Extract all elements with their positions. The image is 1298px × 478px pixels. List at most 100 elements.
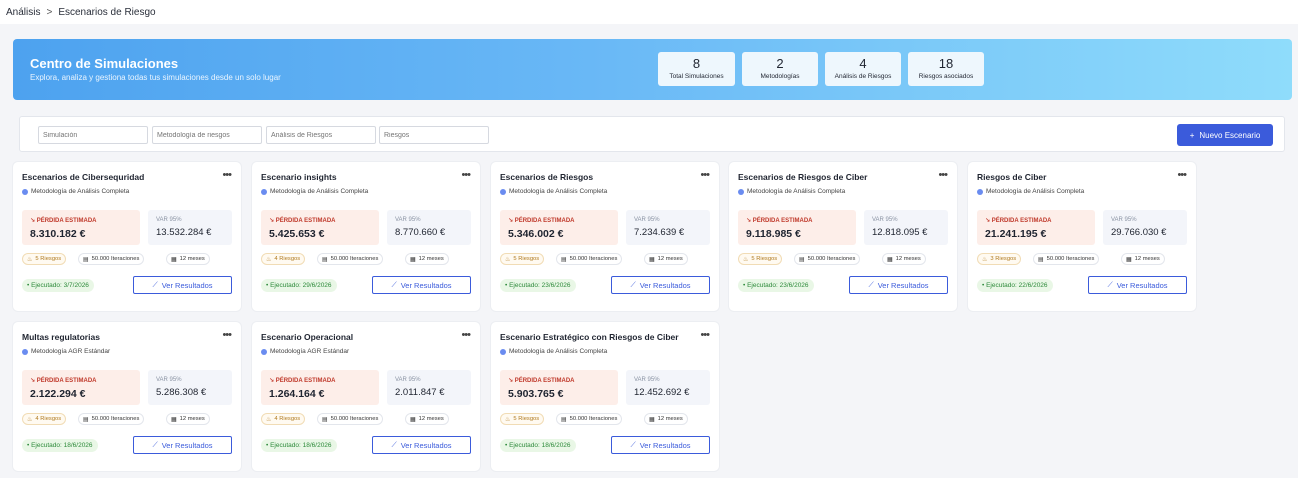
trending-down-icon: ↘ bbox=[269, 378, 275, 384]
iterations-count: 50.000 Iteraciones bbox=[569, 256, 618, 262]
methodology-label: Metodología AGR Estándar bbox=[270, 348, 350, 355]
executed-date: Ejecutado: 18/6/2026 bbox=[31, 442, 93, 449]
iterations-chip: ▤ 50.000 Iteraciones bbox=[78, 413, 145, 425]
risks-count: 4 Riesgos bbox=[35, 416, 62, 422]
more-horizontal-icon[interactable]: ••• bbox=[700, 329, 710, 341]
months-chip: ▦ 12 meses bbox=[405, 253, 449, 265]
analysis-filter-input[interactable] bbox=[266, 126, 376, 144]
card-title: Escenario insights bbox=[261, 172, 337, 182]
view-results-button[interactable]: ⟋ Ver Resultados bbox=[372, 436, 471, 454]
risks-chip: ♨ 4 Riesgos bbox=[22, 413, 67, 425]
months-chip: ▦ 12 meses bbox=[644, 413, 688, 425]
estimated-loss-value: 2.122.294 € bbox=[30, 388, 86, 400]
executed-badge: • Ejecutado: 29/6/2026 bbox=[261, 279, 337, 292]
more-horizontal-icon[interactable]: ••• bbox=[461, 169, 471, 181]
shield-icon bbox=[22, 188, 28, 195]
scenario-card[interactable]: Multas regulatorias ••• Metodología AGR … bbox=[13, 322, 241, 471]
more-horizontal-icon[interactable]: ••• bbox=[1177, 169, 1187, 181]
var-value: 29.766.030 € bbox=[1111, 227, 1167, 238]
estimated-loss-value: 1.264.164 € bbox=[269, 388, 325, 400]
view-results-button[interactable]: ⟋ Ver Resultados bbox=[611, 276, 710, 294]
calendar-icon: ▦ bbox=[171, 416, 177, 423]
iterations-count: 50.000 Iteraciones bbox=[569, 416, 618, 422]
scenario-card[interactable]: Escenario insights ••• Metodología de An… bbox=[252, 162, 480, 311]
var-label: VAR 95% bbox=[634, 217, 660, 223]
trending-down-icon: ↘ bbox=[985, 218, 991, 224]
shield-icon bbox=[977, 188, 983, 195]
view-results-button[interactable]: ⟋ Ver Resultados bbox=[133, 436, 232, 454]
more-horizontal-icon[interactable]: ••• bbox=[222, 169, 232, 181]
more-horizontal-icon[interactable]: ••• bbox=[938, 169, 948, 181]
card-methodology: Metodología de Análisis Completa bbox=[738, 188, 845, 195]
card-title: Riesgos de Ciber bbox=[977, 172, 1047, 182]
card-title: Escenario Estratégico con Riesgos de Cib… bbox=[500, 332, 679, 342]
risks-count: 5 Riesgos bbox=[751, 256, 778, 262]
new-scenario-button[interactable]: + Nuevo Escenario bbox=[1177, 124, 1273, 146]
months-count: 12 meses bbox=[1134, 256, 1160, 262]
view-results-button[interactable]: ⟋ Ver Resultados bbox=[1088, 276, 1187, 294]
view-results-button[interactable]: ⟋ Ver Resultados bbox=[849, 276, 948, 294]
database-icon: ▤ bbox=[322, 256, 328, 263]
executed-badge: • Ejecutado: 18/6/2026 bbox=[22, 439, 98, 452]
methodology-filter-input[interactable] bbox=[152, 126, 262, 144]
risks-count: 5 Riesgos bbox=[513, 256, 540, 262]
methodology-label: Metodología AGR Estándar bbox=[31, 348, 111, 355]
var-box: VAR 95% 7.234.639 € bbox=[626, 210, 710, 245]
estimated-loss-label: ↘ PÉRDIDA ESTIMADA bbox=[985, 217, 1051, 224]
card-methodology: Metodología de Análisis Completa bbox=[500, 188, 607, 195]
stat-label: Metodologías bbox=[760, 73, 800, 80]
months-count: 12 meses bbox=[657, 256, 683, 262]
estimated-loss-box: ↘ PÉRDIDA ESTIMADA 2.122.294 € bbox=[22, 370, 140, 405]
breadcrumb: Análisis > Escenarios de Riesgo bbox=[0, 0, 1298, 24]
more-horizontal-icon[interactable]: ••• bbox=[700, 169, 710, 181]
more-horizontal-icon[interactable]: ••• bbox=[222, 329, 232, 341]
shield-icon bbox=[261, 348, 267, 355]
methodology-label: Metodología de Análisis Completa bbox=[31, 188, 130, 195]
view-results-label: Ver Resultados bbox=[639, 280, 691, 290]
view-results-button[interactable]: ⟋ Ver Resultados bbox=[611, 436, 710, 454]
hero-banner: Centro de Simulaciones Explora, analiza … bbox=[13, 39, 1292, 100]
simulation-filter-input[interactable] bbox=[38, 126, 148, 144]
executed-badge: • Ejecutado: 22/6/2026 bbox=[977, 279, 1053, 292]
database-icon: ▤ bbox=[561, 416, 567, 423]
stat-methodologies: 2 Metodologías bbox=[742, 52, 818, 86]
loss-label-text: PÉRDIDA ESTIMADA bbox=[36, 378, 97, 384]
iterations-count: 50.000 Iteraciones bbox=[330, 416, 379, 422]
breadcrumb-parent[interactable]: Análisis bbox=[6, 7, 40, 18]
risks-count: 3 Riesgos bbox=[990, 256, 1017, 262]
view-results-button[interactable]: ⟋ Ver Resultados bbox=[372, 276, 471, 294]
stat-value: 8 bbox=[692, 56, 701, 71]
card-title: Multas regulatorias bbox=[22, 332, 100, 342]
loss-label-text: PÉRDIDA ESTIMADA bbox=[514, 378, 575, 384]
shield-icon bbox=[261, 188, 267, 195]
loss-label-text: PÉRDIDA ESTIMADA bbox=[514, 218, 575, 224]
calendar-icon: ▦ bbox=[410, 256, 416, 263]
scenario-card[interactable]: Escenarios de Cibersequridad ••• Metodol… bbox=[13, 162, 241, 311]
estimated-loss-box: ↘ PÉRDIDA ESTIMADA 5.903.765 € bbox=[500, 370, 618, 405]
months-chip: ▦ 12 meses bbox=[644, 253, 688, 265]
new-scenario-label: Nuevo Escenario bbox=[1199, 130, 1261, 140]
view-results-button[interactable]: ⟋ Ver Resultados bbox=[133, 276, 232, 294]
scenario-card[interactable]: Escenarios de Riesgos ••• Metodología de… bbox=[491, 162, 719, 311]
iterations-count: 50.000 Iteraciones bbox=[1046, 256, 1095, 262]
risks-filter-input[interactable] bbox=[379, 126, 489, 144]
months-chip: ▦ 12 meses bbox=[166, 253, 210, 265]
executed-badge: • Ejecutado: 3/7/2026 bbox=[22, 279, 94, 292]
flame-icon: ♨ bbox=[505, 416, 511, 423]
var-label: VAR 95% bbox=[872, 217, 898, 223]
scenario-card[interactable]: Escenarios de Riesgos de Ciber ••• Metod… bbox=[729, 162, 957, 311]
stat-associated-risks: 18 Riesgos asociados bbox=[908, 52, 984, 86]
iterations-chip: ▤ 50.000 Iteraciones bbox=[78, 253, 145, 265]
flame-icon: ♨ bbox=[982, 256, 988, 263]
iterations-count: 50.000 Iteraciones bbox=[91, 256, 140, 262]
database-icon: ▤ bbox=[83, 416, 89, 423]
more-horizontal-icon[interactable]: ••• bbox=[461, 329, 471, 341]
scenario-card[interactable]: Escenario Estratégico con Riesgos de Cib… bbox=[491, 322, 719, 471]
scenario-card[interactable]: Riesgos de Ciber ••• Metodología de Anál… bbox=[968, 162, 1196, 311]
loss-label-text: PÉRDIDA ESTIMADA bbox=[36, 218, 97, 224]
calendar-icon: ▦ bbox=[887, 256, 893, 263]
view-results-label: Ver Resultados bbox=[639, 440, 691, 450]
risks-chip: ♨ 4 Riesgos bbox=[261, 413, 306, 425]
stat-value: 18 bbox=[938, 56, 954, 71]
scenario-card[interactable]: Escenario Operacional ••• Metodología AG… bbox=[252, 322, 480, 471]
